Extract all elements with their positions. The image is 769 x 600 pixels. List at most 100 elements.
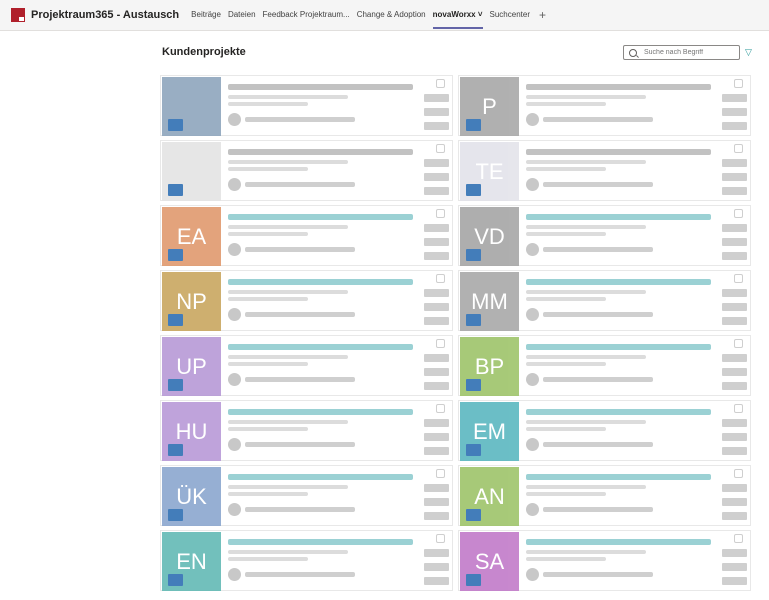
card-action-button[interactable]: [722, 238, 747, 246]
project-card[interactable]: [160, 140, 453, 201]
card-action-button[interactable]: [424, 382, 449, 390]
card-action-button[interactable]: [424, 447, 449, 455]
card-action-button[interactable]: [722, 303, 747, 311]
card-action-button[interactable]: [424, 94, 449, 102]
project-card[interactable]: P: [458, 75, 751, 136]
project-card[interactable]: BP: [458, 335, 751, 396]
card-action-button[interactable]: [722, 289, 747, 297]
card-action-button[interactable]: [424, 238, 449, 246]
card-action-button[interactable]: [722, 354, 747, 362]
card-action-button[interactable]: [424, 224, 449, 232]
card-action-button[interactable]: [722, 159, 747, 167]
card-action-button[interactable]: [424, 187, 449, 195]
favorite-icon[interactable]: [436, 339, 445, 348]
project-card[interactable]: NP: [160, 270, 453, 331]
card-action-button[interactable]: [424, 484, 449, 492]
project-card[interactable]: EN: [160, 530, 453, 591]
card-action-button[interactable]: [424, 173, 449, 181]
search-input[interactable]: [642, 48, 736, 57]
project-card[interactable]: VD: [458, 205, 751, 266]
card-action-button[interactable]: [424, 577, 449, 585]
card-action-button[interactable]: [722, 317, 747, 325]
card-action-button[interactable]: [424, 419, 449, 427]
card-action-button[interactable]: [722, 512, 747, 520]
card-action-button[interactable]: [722, 108, 747, 116]
card-action-button[interactable]: [722, 498, 747, 506]
tab-beitraege[interactable]: Beiträge: [191, 0, 221, 30]
card-action-button[interactable]: [722, 563, 747, 571]
project-title[interactable]: [526, 344, 711, 350]
card-action-button[interactable]: [722, 577, 747, 585]
card-action-button[interactable]: [722, 94, 747, 102]
card-action-button[interactable]: [424, 563, 449, 571]
card-action-button[interactable]: [424, 252, 449, 260]
card-action-button[interactable]: [424, 108, 449, 116]
card-action-button[interactable]: [424, 549, 449, 557]
card-action-button[interactable]: [424, 354, 449, 362]
favorite-icon[interactable]: [436, 469, 445, 478]
tab-suchcenter[interactable]: Suchcenter: [490, 0, 530, 30]
project-title[interactable]: [228, 214, 413, 220]
card-action-button[interactable]: [722, 224, 747, 232]
favorite-icon[interactable]: [734, 339, 743, 348]
tab-novaworxx[interactable]: novaWorxx ˅: [432, 0, 483, 30]
favorite-icon[interactable]: [734, 144, 743, 153]
card-action-button[interactable]: [424, 303, 449, 311]
card-action-button[interactable]: [424, 289, 449, 297]
project-title[interactable]: [526, 84, 711, 90]
filter-icon[interactable]: ▽: [745, 47, 752, 58]
favorite-icon[interactable]: [436, 209, 445, 218]
project-title[interactable]: [526, 149, 711, 155]
project-title[interactable]: [526, 539, 711, 545]
card-action-button[interactable]: [424, 159, 449, 167]
card-action-button[interactable]: [722, 433, 747, 441]
favorite-icon[interactable]: [436, 404, 445, 413]
favorite-icon[interactable]: [734, 534, 743, 543]
tab-feedback[interactable]: Feedback Projektraum...: [263, 0, 350, 30]
tab-dateien[interactable]: Dateien: [228, 0, 256, 30]
card-action-button[interactable]: [424, 498, 449, 506]
project-title[interactable]: [228, 344, 413, 350]
project-title[interactable]: [526, 409, 711, 415]
project-title[interactable]: [228, 409, 413, 415]
project-title[interactable]: [526, 214, 711, 220]
card-action-button[interactable]: [722, 252, 747, 260]
card-action-button[interactable]: [722, 419, 747, 427]
project-card[interactable]: HU: [160, 400, 453, 461]
card-action-button[interactable]: [424, 317, 449, 325]
project-title[interactable]: [526, 279, 711, 285]
project-title[interactable]: [228, 539, 413, 545]
favorite-icon[interactable]: [734, 209, 743, 218]
card-action-button[interactable]: [722, 382, 747, 390]
project-title[interactable]: [228, 474, 413, 480]
add-tab-icon[interactable]: +: [539, 8, 546, 22]
card-action-button[interactable]: [722, 447, 747, 455]
favorite-icon[interactable]: [436, 144, 445, 153]
card-action-button[interactable]: [722, 549, 747, 557]
project-title[interactable]: [228, 279, 413, 285]
card-action-button[interactable]: [722, 187, 747, 195]
project-card[interactable]: EM: [458, 400, 751, 461]
search-box[interactable]: [623, 45, 740, 60]
project-card[interactable]: SA: [458, 530, 751, 591]
card-action-button[interactable]: [722, 484, 747, 492]
favorite-icon[interactable]: [734, 79, 743, 88]
card-action-button[interactable]: [424, 122, 449, 130]
favorite-icon[interactable]: [436, 534, 445, 543]
favorite-icon[interactable]: [734, 404, 743, 413]
project-card[interactable]: EA: [160, 205, 453, 266]
card-action-button[interactable]: [722, 173, 747, 181]
project-card[interactable]: MM: [458, 270, 751, 331]
project-title[interactable]: [228, 149, 413, 155]
card-action-button[interactable]: [722, 122, 747, 130]
favorite-icon[interactable]: [734, 469, 743, 478]
project-card[interactable]: [160, 75, 453, 136]
card-action-button[interactable]: [424, 433, 449, 441]
tab-change-adoption[interactable]: Change & Adoption: [357, 0, 426, 30]
project-title[interactable]: [228, 84, 413, 90]
project-card[interactable]: UP: [160, 335, 453, 396]
favorite-icon[interactable]: [436, 79, 445, 88]
card-action-button[interactable]: [424, 512, 449, 520]
project-card[interactable]: AN: [458, 465, 751, 526]
card-action-button[interactable]: [722, 368, 747, 376]
